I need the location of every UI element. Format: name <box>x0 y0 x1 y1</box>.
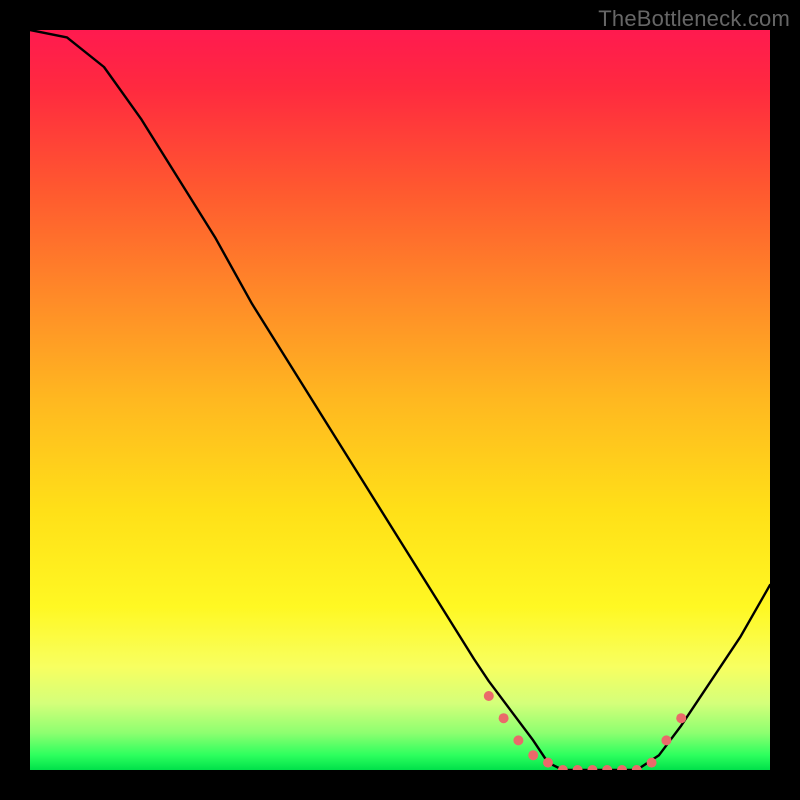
attribution-label: TheBottleneck.com <box>598 6 790 32</box>
marker-dot <box>543 758 553 768</box>
marker-dot <box>484 691 494 701</box>
marker-dot <box>587 765 597 770</box>
marker-dot <box>632 765 642 770</box>
plot-area <box>30 30 770 770</box>
bottleneck-curve <box>30 30 770 770</box>
marker-dot <box>558 765 568 770</box>
marker-dot <box>661 735 671 745</box>
marker-dot <box>528 750 538 760</box>
marker-dot <box>617 765 627 770</box>
chart-frame: TheBottleneck.com <box>0 0 800 800</box>
marker-dot <box>573 765 583 770</box>
marker-dot <box>647 758 657 768</box>
marker-dot <box>499 713 509 723</box>
marker-dot <box>676 713 686 723</box>
marker-dot <box>602 765 612 770</box>
marker-dot <box>513 735 523 745</box>
chart-overlay <box>30 30 770 770</box>
